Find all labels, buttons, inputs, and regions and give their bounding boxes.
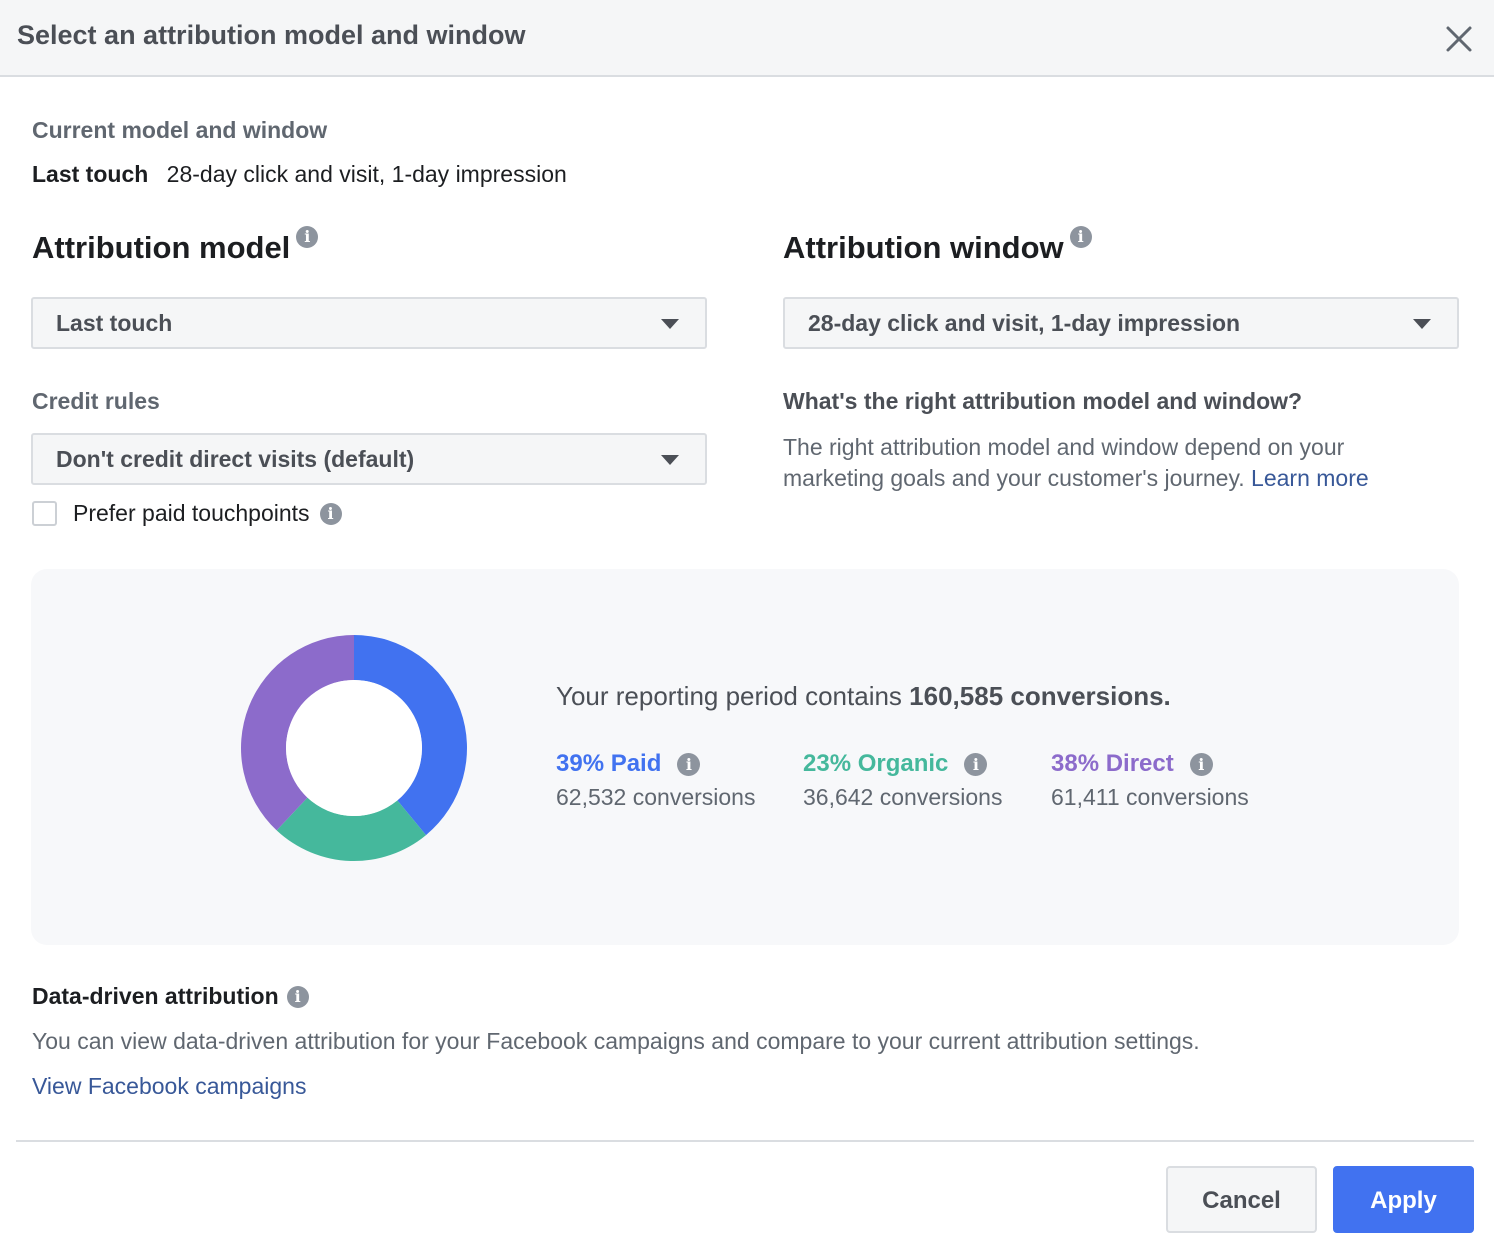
learn-more-link[interactable]: Learn more <box>1251 465 1369 491</box>
attribution-model-select[interactable]: Last touch <box>31 297 707 349</box>
credit-rules-select[interactable]: Don't credit direct visits (default) <box>31 433 707 485</box>
apply-button[interactable]: Apply <box>1333 1166 1474 1233</box>
stat-organic-count: 36,642 conversions <box>803 784 1003 810</box>
info-icon[interactable]: i <box>964 752 988 776</box>
prefer-paid-checkbox[interactable] <box>32 501 57 526</box>
attribution-window-select[interactable]: 28-day click and visit, 1-day impression <box>783 297 1459 349</box>
credit-rules-label: Credit rules <box>32 388 160 414</box>
info-icon[interactable]: i <box>286 985 309 1008</box>
credit-rules-value: Don't credit direct visits (default) <box>56 446 415 472</box>
attribution-window-heading-text: Attribution window <box>783 230 1064 265</box>
attribution-model-heading: Attribution model i <box>32 226 319 266</box>
cancel-button[interactable]: Cancel <box>1166 1166 1317 1233</box>
stat-direct-label: 38% Direct <box>1051 750 1174 777</box>
help-text: The right attribution model and window d… <box>783 432 1443 494</box>
current-model-value: Last touch 28-day click and visit, 1-day… <box>32 161 567 188</box>
info-icon[interactable]: i <box>1189 752 1213 776</box>
caret-down-icon <box>661 455 679 465</box>
donut-hole <box>286 680 422 816</box>
data-driven-text: You can view data-driven attribution for… <box>32 1028 1200 1054</box>
attribution-model-value: Last touch <box>56 310 173 336</box>
conversion-summary-card: Your reporting period contains 160,585 c… <box>31 569 1459 945</box>
data-driven-title: Data-driven attribution i <box>32 983 309 1010</box>
caret-down-icon <box>1413 319 1431 329</box>
footer-divider <box>16 1140 1474 1142</box>
stat-paid-title: 39% Paid i <box>556 750 755 778</box>
summary-prefix: Your reporting period contains <box>556 681 902 711</box>
attribution-window-heading: Attribution window i <box>783 226 1092 266</box>
stat-organic-label: 23% Organic <box>803 750 949 777</box>
info-icon[interactable]: i <box>677 752 701 776</box>
stat-organic-title: 23% Organic i <box>803 750 1002 778</box>
stat-paid-label: 39% Paid <box>556 750 662 777</box>
close-button[interactable] <box>1440 20 1478 58</box>
data-driven-title-text: Data-driven attribution <box>32 983 279 1009</box>
stat-direct-count: 61,411 conversions <box>1051 784 1249 810</box>
prefer-paid-row: Prefer paid touchpoints i <box>32 500 342 527</box>
info-icon[interactable]: i <box>319 502 342 525</box>
dialog-title: Select an attribution model and window <box>17 20 526 50</box>
stat-organic: 23% Organic i 36,642 conversions <box>803 750 1002 811</box>
stat-paid: 39% Paid i 62,532 conversions <box>556 750 755 811</box>
prefer-paid-label[interactable]: Prefer paid touchpoints <box>73 500 310 527</box>
stat-direct-title: 38% Direct i <box>1051 750 1249 778</box>
help-title: What's the right attribution model and w… <box>783 388 1303 414</box>
current-model-name: Last touch <box>32 161 149 187</box>
view-facebook-campaigns-link[interactable]: View Facebook campaigns <box>32 1073 306 1100</box>
dialog-header: Select an attribution model and window <box>0 0 1494 77</box>
current-model-label: Current model and window <box>32 117 328 143</box>
caret-down-icon <box>661 319 679 329</box>
stat-direct: 38% Direct i 61,411 conversions <box>1051 750 1249 811</box>
info-icon[interactable]: i <box>1069 226 1092 248</box>
info-icon[interactable]: i <box>296 226 319 248</box>
attribution-model-heading-text: Attribution model <box>32 230 291 265</box>
summary-text: Your reporting period contains 160,585 c… <box>556 681 1171 712</box>
summary-total: 160,585 conversions. <box>909 681 1171 711</box>
current-window-name: 28-day click and visit, 1-day impression <box>166 161 567 187</box>
close-icon <box>1446 26 1472 52</box>
conversion-donut-chart <box>241 635 467 861</box>
attribution-window-value: 28-day click and visit, 1-day impression <box>808 310 1241 336</box>
stat-paid-count: 62,532 conversions <box>556 784 756 810</box>
